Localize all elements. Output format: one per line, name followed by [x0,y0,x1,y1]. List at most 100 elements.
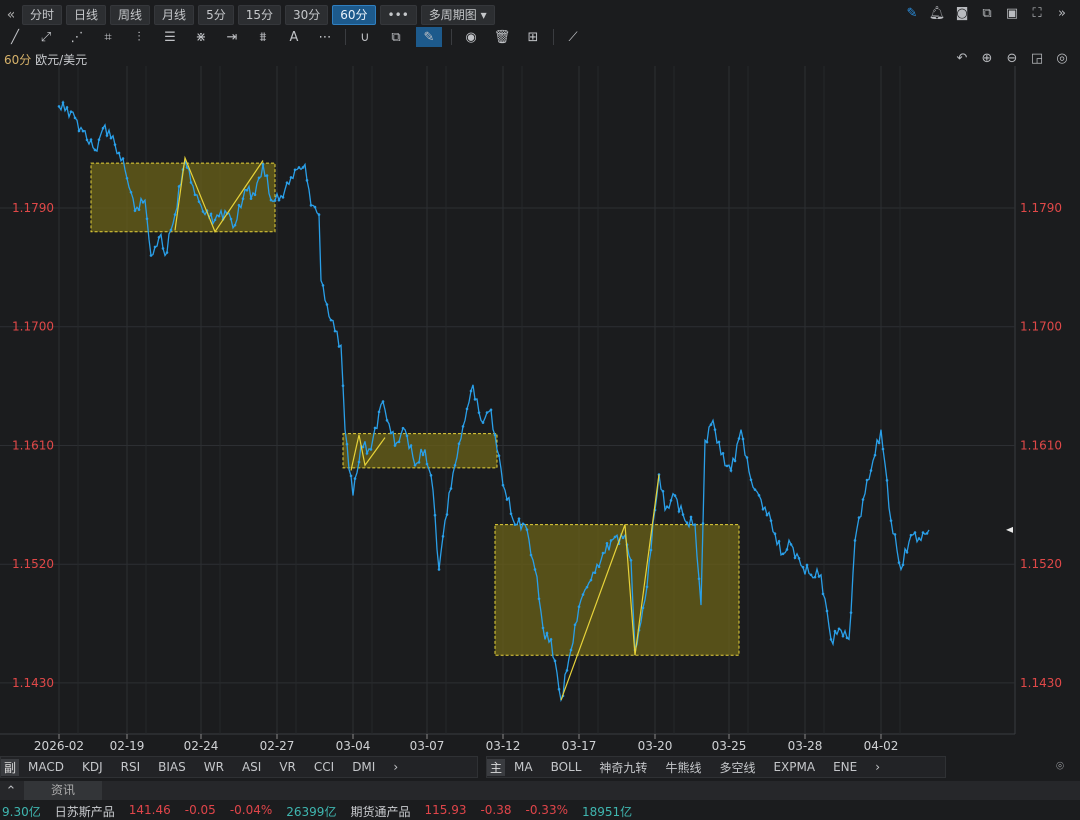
y-tick-label-left: 1.1790 [12,201,54,215]
price-point [333,329,337,333]
more-periods-button[interactable]: ••• [379,4,417,25]
period-15min[interactable]: 15分 [237,4,281,25]
price-point [249,197,253,200]
period-day[interactable]: 日线 [66,4,107,25]
indicator-duokong[interactable]: 多空线 [710,759,764,776]
price-point [829,638,833,641]
text-tool-icon[interactable]: A [283,27,305,47]
price-point [297,166,301,169]
ruler-icon[interactable]: ⟋ [562,27,584,47]
indicator-cci[interactable]: CCI [305,760,343,774]
channel-tool-icon[interactable]: ⫶ [128,27,150,47]
price-point [649,548,653,552]
news-tab[interactable]: 资讯 [24,781,102,800]
undo-icon[interactable]: ↶ [954,50,970,66]
x-tick-label: 03-04 [336,739,371,753]
price-point [385,419,389,422]
indicator-ma[interactable]: MA [505,760,542,774]
indicator-asi[interactable]: ASI [233,760,270,774]
sub-more-chevron-icon[interactable]: › [384,760,407,774]
fullscreen-icon[interactable]: ⛶ [1029,5,1045,21]
indicator-expma[interactable]: EXPMA [764,760,824,774]
price-point [293,168,297,172]
price-point [589,578,593,582]
indicator-bias[interactable]: BIAS [149,760,195,774]
rect-tool-icon[interactable]: ⌗ [97,27,119,47]
period-fenshi[interactable]: 分时 [22,4,63,25]
indicator-boll[interactable]: BOLL [542,760,591,774]
period-label: 60分 [4,53,32,67]
price-point [405,434,409,438]
indicator-rsi[interactable]: RSI [112,760,150,774]
price-point [457,442,461,446]
zoom-out-icon[interactable]: ⊖ [1004,50,1020,66]
location-pin-icon[interactable]: ⌾ [1052,758,1068,774]
pen-icon[interactable]: ✎ [904,5,920,21]
price-point [741,437,745,441]
copy-window-icon[interactable]: ⧉ [979,5,995,21]
magnet-icon[interactable]: ∪ [354,27,376,47]
expand-up-icon[interactable]: ⌃ [3,783,19,799]
measure-tool-icon[interactable]: ⇥ [221,27,243,47]
price-point [197,200,201,203]
price-point [757,494,761,497]
period-week[interactable]: 周线 [110,4,151,25]
indicator-ene[interactable]: ENE [824,760,866,774]
indicator-wr[interactable]: WR [195,760,233,774]
fan-tool-icon[interactable]: ⋇ [190,27,212,47]
window-icon[interactable]: ◲ [1029,50,1045,66]
price-point [601,551,605,555]
camera-icon[interactable]: ◙ [954,5,970,21]
price-point [217,214,221,218]
price-point [461,425,465,428]
price-point [209,212,213,216]
more-tools-icon[interactable]: ⋯ [314,27,336,47]
period-month[interactable]: 月线 [154,4,195,25]
price-point [917,537,921,540]
layers-icon[interactable]: ⧉ [385,27,407,47]
indicator-dmi[interactable]: DMI [343,760,384,774]
polyline-tool-icon[interactable]: ⋰ [66,27,88,47]
parallel-tool-icon[interactable]: ⩩ [252,27,274,47]
collapse-left-icon[interactable]: « [0,7,22,23]
price-point [753,488,757,491]
price-point [273,199,277,202]
price-point [469,389,473,393]
price-point [545,631,549,635]
price-point [301,166,305,169]
grid-icon[interactable]: ⊞ [522,27,544,47]
price-point [701,522,705,525]
price-point [565,669,569,672]
period-30min[interactable]: 30分 [284,4,329,25]
indicator-shenqi[interactable]: 神奇九转 [590,759,656,776]
segment-tool-icon[interactable]: ⤢ [35,27,57,47]
period-5min[interactable]: 5分 [198,4,234,25]
indicator-vr[interactable]: VR [270,760,305,774]
ticker-name[interactable]: 期货通产品 [350,803,410,819]
settings-icon[interactable]: ◎ [1054,50,1070,66]
pen-active-icon[interactable]: ✎ [416,27,442,47]
indicator-macd[interactable]: MACD [19,760,73,774]
expand-right-icon[interactable]: » [1054,5,1070,21]
line-tool-icon[interactable]: ╱ [4,27,26,47]
zoom-in-icon[interactable]: ⊕ [979,50,995,66]
period-60min[interactable]: 60分 [332,4,376,25]
trash-icon[interactable]: 🗑︎ [491,27,513,47]
indicator-kdj[interactable]: KDJ [73,760,112,774]
price-point [137,208,141,211]
monitor-icon[interactable]: ▣ [1004,5,1020,21]
bell-icon[interactable]: 🔔︎ [929,5,946,21]
price-point [473,398,477,401]
ticker-name[interactable]: 日苏斯产品 [55,803,115,819]
fib-tool-icon[interactable]: ☰ [159,27,181,47]
price-point [481,421,485,424]
multi-period-dropdown[interactable]: 多周期图 ▾ [420,4,495,25]
price-point [125,176,129,180]
price-point [801,565,805,569]
price-point [281,196,285,199]
price-chart[interactable]: 1.1790 1.1790 1.1700 1.1700 1.1610 1.1610 1.15… [0,66,1080,754]
main-more-chevron-icon[interactable]: › [866,760,889,774]
price-point [821,592,825,596]
indicator-niuxiong[interactable]: 牛熊线 [656,759,710,776]
eye-icon[interactable]: ◉ [460,27,482,47]
